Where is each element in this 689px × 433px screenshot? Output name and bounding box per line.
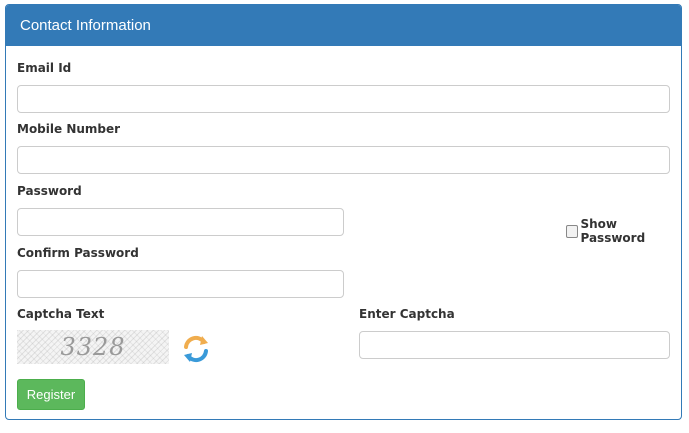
contact-information-panel: Contact Information Email Id Mobile Numb… xyxy=(5,4,682,420)
mobile-number-field[interactable] xyxy=(17,146,670,174)
confirm-password-label: Confirm Password xyxy=(17,246,139,260)
email-label: Email Id xyxy=(17,61,72,75)
password-field[interactable] xyxy=(17,208,344,236)
email-field[interactable] xyxy=(17,85,670,113)
enter-captcha-label: Enter Captcha xyxy=(359,307,455,321)
captcha-text-label: Captcha Text xyxy=(17,307,105,321)
register-button[interactable]: Register xyxy=(17,379,85,410)
mobile-number-label: Mobile Number xyxy=(17,122,121,136)
show-password-toggle[interactable]: Show Password xyxy=(566,217,681,245)
show-password-label: Show Password xyxy=(580,217,646,245)
captcha-image-text: 3328 xyxy=(60,333,126,361)
captcha-input[interactable] xyxy=(359,331,670,359)
panel-title: Contact Information xyxy=(6,5,681,46)
show-password-checkbox[interactable] xyxy=(566,224,579,238)
confirm-password-field[interactable] xyxy=(17,270,344,298)
captcha-image: 3328 xyxy=(17,330,169,364)
refresh-icon[interactable] xyxy=(180,333,212,365)
password-label: Password xyxy=(17,184,82,198)
